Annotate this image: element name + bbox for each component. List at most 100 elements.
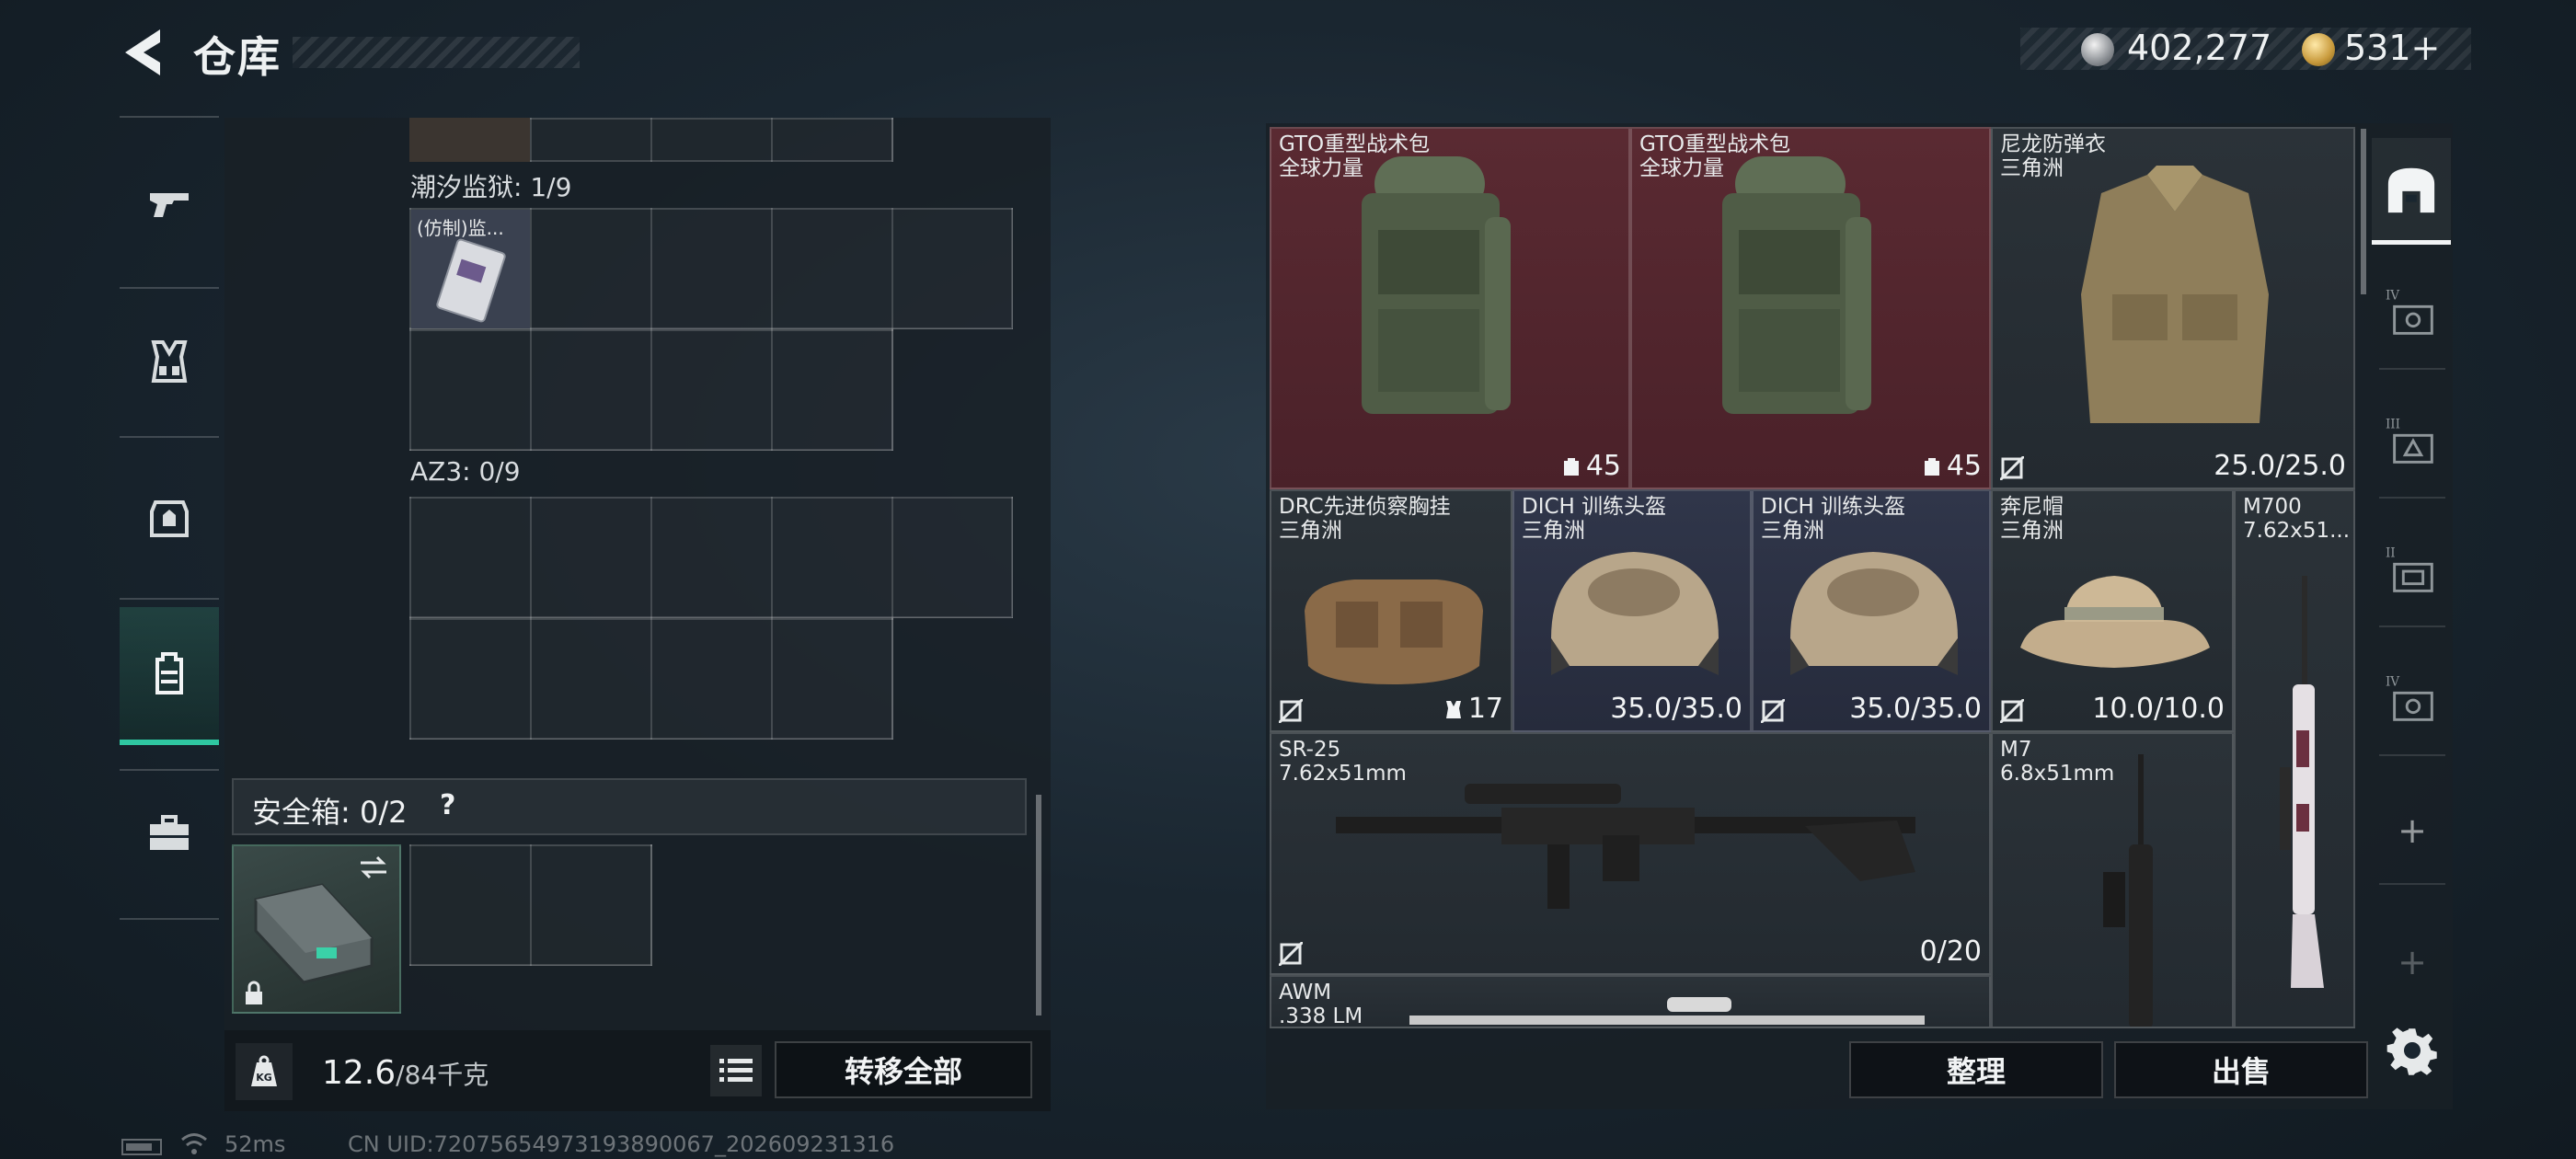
bag-capacity-icon: [1924, 458, 1939, 476]
stash-page-main[interactable]: [2372, 138, 2451, 245]
list-view-button[interactable]: [710, 1045, 762, 1096]
container-label: 潮汐监狱: 1/9: [410, 172, 572, 202]
no-repair-icon: [1279, 942, 1303, 966]
briefcase-icon: [150, 815, 189, 850]
swap-icon[interactable]: [357, 854, 390, 881]
backpack-item-image: [1362, 156, 1511, 414]
weight-max: /84千克: [396, 1060, 489, 1090]
stash-item-helmet[interactable]: DICH 训练头盔 三角洲 35.0/35.0: [1752, 489, 1991, 732]
stash-item-chest-rig[interactable]: DRC先进侦察胸挂 三角洲 17: [1270, 489, 1512, 732]
sell-button[interactable]: 出售: [2114, 1041, 2368, 1098]
svg-text:II: II: [2386, 546, 2396, 561]
no-repair-icon: [2000, 456, 2024, 480]
container-grid-row3: [409, 497, 1013, 618]
safe-box-label: 安全箱: 0/2: [252, 795, 408, 830]
transfer-all-button[interactable]: 转移全部: [775, 1041, 1032, 1098]
rifle-item-image: [1336, 784, 1915, 909]
weight-current: 12.6: [322, 1054, 397, 1092]
rail-item-cases[interactable]: [120, 765, 219, 903]
backpack-item-image: [1722, 156, 1871, 414]
item-durability: 35.0/35.0: [1849, 693, 1982, 725]
scrollbar[interactable]: [1036, 795, 1041, 1016]
item-capacity: 45: [1562, 450, 1621, 482]
add-page-button[interactable]: +: [2379, 778, 2445, 885]
svg-text:KG: KG: [256, 1072, 272, 1084]
list-icon: [719, 1059, 753, 1082]
ping-readout: 52ms: [224, 1131, 286, 1157]
storage-page-icon: II: [2386, 546, 2433, 592]
svg-text:IV: IV: [2386, 289, 2399, 304]
stash-home-icon: [2387, 167, 2435, 212]
stash-item-hat[interactable]: 奔尼帽 三角洲 10.0/10.0: [1991, 489, 2234, 732]
item-capacity: 17: [1444, 693, 1503, 725]
rifle-item-image: [1409, 997, 1925, 1025]
help-icon[interactable]: ?: [440, 789, 455, 821]
container-item[interactable]: (仿制)监...: [411, 210, 530, 328]
user-uid: CN UID:72075654973193890067_202609231316: [348, 1131, 895, 1157]
gold-amount: 531: [2344, 28, 2411, 68]
rail-divider: [120, 287, 219, 289]
silver-amount: 402,277: [2127, 28, 2272, 68]
container-grid-row4: [409, 618, 893, 740]
bag-capacity-icon: [1563, 458, 1579, 476]
stash-item-rifle-awm[interactable]: AWM .338 LM: [1270, 975, 1991, 1028]
silver-coin-icon: [2081, 33, 2114, 66]
gold-plus-icon[interactable]: +: [2411, 28, 2441, 68]
item-durability: 10.0/10.0: [2092, 693, 2225, 725]
chest-rig-icon: [151, 340, 188, 383]
weight-readout: 12.6/84千克: [322, 1054, 489, 1092]
stash-item-rifle-m7[interactable]: M7 6.8x51mm: [1991, 732, 2234, 1028]
gold-amount-wrap[interactable]: 531+: [2344, 28, 2440, 68]
safe-box-slot[interactable]: [232, 844, 401, 1014]
stash-page-tab[interactable]: III: [2379, 392, 2445, 499]
battery-icon: [121, 1139, 162, 1155]
title-decoration: [293, 37, 580, 68]
storage-page-icon: IV: [2386, 675, 2433, 721]
add-page-button[interactable]: +: [2379, 909, 2445, 1016]
rail-item-backpacks[interactable]: [120, 607, 219, 745]
stash-item-rifle-sr25[interactable]: SR-25 7.62x51mm 0/20: [1270, 732, 1991, 975]
no-repair-icon: [2000, 699, 2024, 723]
container-grid-row2: [409, 329, 893, 451]
svg-text:IV: IV: [2386, 675, 2399, 690]
rail-divider: [120, 436, 219, 438]
sort-button[interactable]: 整理: [1849, 1041, 2103, 1098]
rail-item-weapons[interactable]: [120, 134, 219, 272]
rail-divider: [120, 918, 219, 920]
sniper-rifle-image: [2280, 576, 2324, 988]
item-durability: 25.0/25.0: [2214, 450, 2346, 482]
scrollbar[interactable]: [2361, 129, 2366, 294]
gold-coin-icon: [2302, 33, 2335, 66]
armor-icon: [150, 500, 189, 537]
storage-page-icon: IV: [2386, 289, 2433, 335]
card-item-image: [436, 238, 506, 323]
page-title: 仓库: [193, 32, 282, 82]
rail-item-vests[interactable]: [120, 293, 219, 430]
stash-item-armor[interactable]: 尼龙防弹衣 三角洲 25.0/25.0: [1991, 127, 2355, 489]
rifle-vertical-image: [2103, 754, 2153, 1027]
no-repair-icon: [1279, 699, 1303, 723]
rail-divider: [120, 116, 219, 118]
stash-item-backpack[interactable]: GTO重型战术包 全球力量 45: [1270, 127, 1630, 489]
rail-item-armor[interactable]: [120, 449, 219, 587]
container-label: AZ3: 0/9: [410, 456, 521, 487]
lock-icon: [246, 981, 262, 1004]
pistol-icon: [150, 193, 189, 217]
stash-item-helmet[interactable]: DICH 训练头盔 三角洲 35.0/35.0: [1512, 489, 1752, 732]
item-capacity: 45: [1923, 450, 1982, 482]
weight-icon: KG: [236, 1043, 293, 1100]
vest-item-image: [2081, 166, 2269, 423]
back-arrow-icon[interactable]: [118, 26, 167, 79]
gear-icon[interactable]: [2385, 1023, 2440, 1078]
item-durability: 35.0/35.0: [1610, 693, 1742, 725]
stash-item-backpack[interactable]: GTO重型战术包 全球力量 45: [1630, 127, 1991, 489]
partial-item[interactable]: [409, 118, 530, 162]
stash-page-tab[interactable]: IV: [2379, 263, 2445, 370]
rig-capacity-icon: [1445, 701, 1461, 718]
stash-item-rifle-m700[interactable]: M700 7.62x51...: [2234, 489, 2355, 1028]
stash-page-tab[interactable]: II: [2379, 521, 2445, 627]
item-ammo: 0/20: [1919, 935, 1982, 968]
no-repair-icon: [1761, 699, 1785, 723]
wifi-icon: [181, 1133, 207, 1154]
stash-page-tab[interactable]: IV: [2379, 649, 2445, 756]
